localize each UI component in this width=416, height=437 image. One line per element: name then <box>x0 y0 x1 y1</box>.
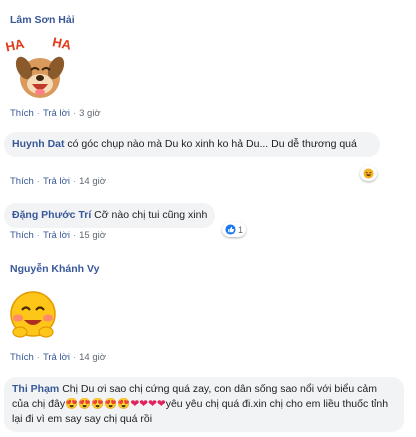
like-link[interactable]: Thích <box>10 352 34 363</box>
comment-time[interactable]: 15 giờ <box>79 230 106 241</box>
emoji-row: 😍😍😍😍😍❤❤❤❤ <box>65 398 166 410</box>
reply-link[interactable]: Trả lời <box>43 108 70 119</box>
laughing-dog-sticker: HA HA <box>4 34 76 104</box>
reaction-summary[interactable]: 1 <box>222 222 247 237</box>
comment-author[interactable]: Huynh Dat <box>12 138 65 150</box>
reply-link[interactable]: Trả lời <box>43 176 70 187</box>
reaction-count: 1 <box>238 224 244 235</box>
comment-meta: Thích · Trả lời · 14 giờ <box>10 176 106 187</box>
comment-author[interactable]: Lâm Sơn Hải <box>10 14 75 26</box>
comment-meta: Thích · Trả lời · 14 giờ <box>10 352 106 363</box>
haha-icon <box>363 168 374 179</box>
svg-text:HA: HA <box>4 36 26 55</box>
comment-bubble: Huynh Dat có góc chụp nào mà Du ko xinh … <box>4 132 380 157</box>
comment-time[interactable]: 3 giờ <box>79 108 101 119</box>
comment-author[interactable]: Thi Phạm <box>12 383 59 395</box>
comment-text: Cỡ nào chị tui cũng xinh <box>94 209 208 221</box>
comment-bubble: Thi Phạm Chị Du ơi sao chị cứng quá zay,… <box>4 377 404 432</box>
comment-author[interactable]: Đặng Phước Trí <box>12 209 91 221</box>
comment-author[interactable]: Nguyễn Khánh Vy <box>10 263 99 275</box>
comment-time[interactable]: 14 giờ <box>79 352 106 363</box>
like-link[interactable]: Thích <box>10 108 34 119</box>
comment-time[interactable]: 14 giờ <box>79 176 106 187</box>
comment-text: có góc chụp nào mà Du ko xinh ko hả Du..… <box>67 138 357 150</box>
reaction-summary[interactable] <box>360 166 377 181</box>
reply-link[interactable]: Trả lời <box>43 352 70 363</box>
like-link[interactable]: Thích <box>10 176 34 187</box>
comment-meta: Thích · Trả lời · 15 giờ <box>10 230 106 241</box>
comment-meta: Thích · Trả lời · 3 giờ <box>10 108 101 119</box>
like-icon <box>225 224 236 235</box>
shy-emoji-sticker <box>6 288 60 342</box>
comment-bubble: Đặng Phước Trí Cỡ nào chị tui cũng xinh <box>4 203 216 228</box>
svg-text:HA: HA <box>51 34 73 53</box>
like-link[interactable]: Thích <box>10 230 34 241</box>
reply-link[interactable]: Trả lời <box>43 230 70 241</box>
